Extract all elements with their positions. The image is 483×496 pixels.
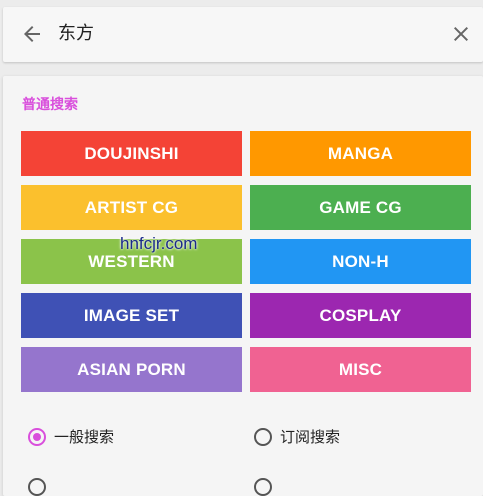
radio-button-unchecked[interactable] bbox=[254, 427, 272, 446]
radio-label: 订阅搜索 bbox=[280, 428, 341, 446]
category-button-asian-porn[interactable]: ASIAN PORN bbox=[21, 347, 242, 392]
search-input[interactable]: 东方 bbox=[58, 21, 94, 47]
radio-button-partial[interactable] bbox=[254, 478, 272, 496]
category-button-misc[interactable]: MISC bbox=[250, 347, 471, 392]
category-button-game-cg[interactable]: GAME CG bbox=[250, 185, 471, 230]
radio-subscription-search[interactable]: 订阅搜索 bbox=[254, 426, 340, 447]
radio-label: 一般搜索 bbox=[54, 428, 115, 446]
arrow-left-icon[interactable] bbox=[20, 22, 44, 46]
search-options-card: 普通搜索 DOUJINSHI MANGA ARTIST CG GAME CG W… bbox=[3, 76, 483, 496]
category-button-cosplay[interactable]: COSPLAY bbox=[250, 293, 471, 338]
category-button-image-set[interactable]: IMAGE SET bbox=[21, 293, 242, 338]
category-button-doujinshi[interactable]: DOUJINSHI bbox=[21, 131, 242, 176]
section-title-normal-search: 普通搜索 bbox=[22, 97, 78, 113]
watermark-text: hnfcjr.com bbox=[120, 234, 198, 253]
category-button-non-h[interactable]: NON-H bbox=[250, 239, 471, 284]
close-icon[interactable] bbox=[449, 22, 473, 46]
category-button-manga[interactable]: MANGA bbox=[250, 131, 471, 176]
radio-normal-search[interactable]: 一般搜索 bbox=[28, 426, 114, 447]
radio-button-checked[interactable] bbox=[28, 427, 46, 446]
category-button-artist-cg[interactable]: ARTIST CG bbox=[21, 185, 242, 230]
radio-button-partial[interactable] bbox=[28, 478, 46, 496]
search-bar: 东方 bbox=[3, 7, 483, 62]
